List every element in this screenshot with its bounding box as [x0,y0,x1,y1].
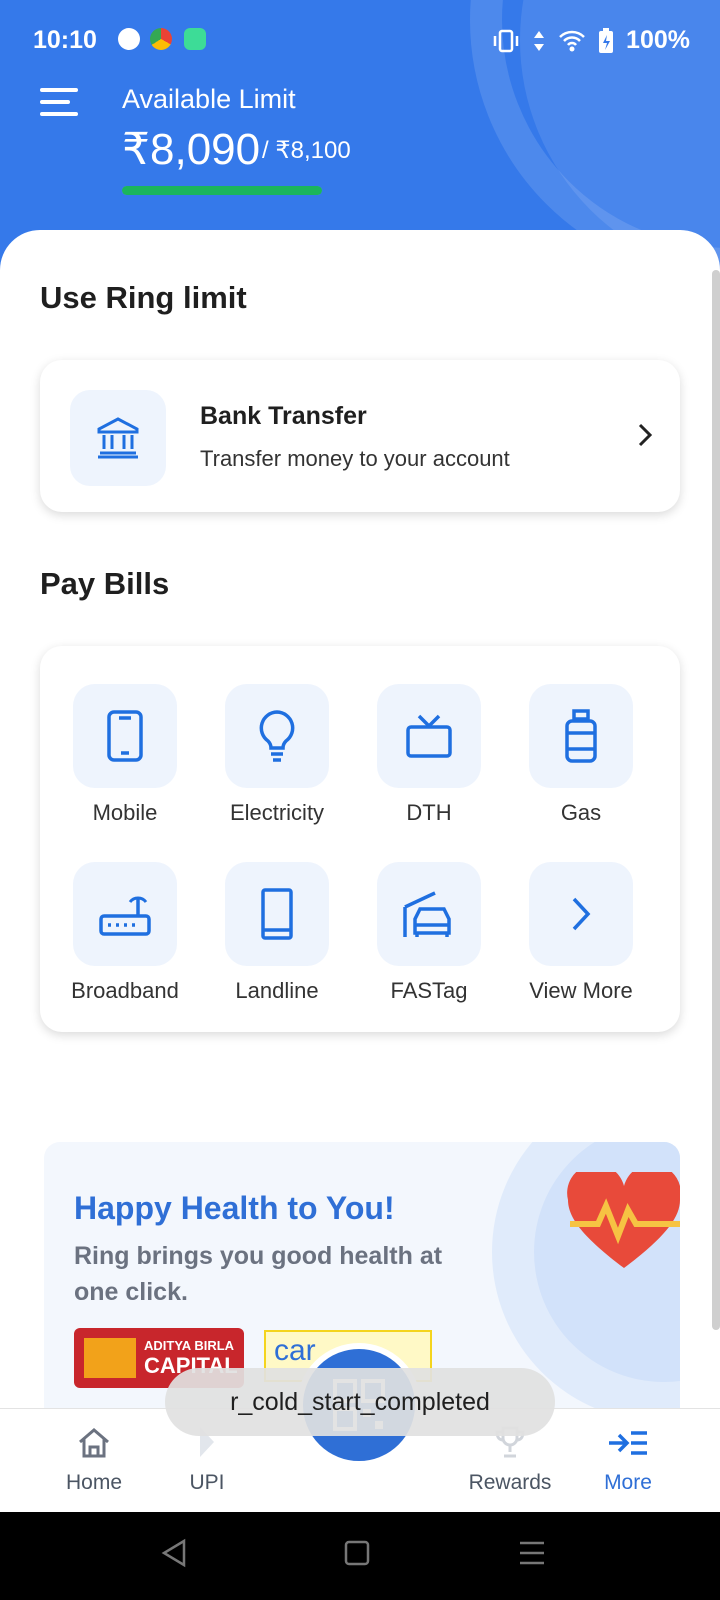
scrollbar[interactable] [712,270,720,1330]
nav-label: Home [65,1471,123,1494]
app-notification-icon [118,28,140,50]
available-limit-label: Available Limit [122,84,296,114]
bank-icon [70,390,166,486]
bill-label: Broadband [71,978,179,1003]
battery-percent: 100% [626,26,690,54]
bill-label: Electricity [229,800,325,825]
chrome-icon [150,28,172,50]
available-limit-amount: ₹8,090 [122,125,261,174]
pay-bills-title: Pay Bills [40,566,170,601]
bill-item-electricity[interactable]: Electricity [202,684,352,826]
home-icon [34,1419,154,1459]
bill-item-gas[interactable]: Gas [506,684,656,826]
nav-label: Rewards [468,1471,552,1494]
bill-item-landline[interactable]: Landline [202,862,352,1004]
bill-label: DTH [406,800,452,825]
bill-item-broadband[interactable]: Broadband [50,862,200,1004]
chevron-right-icon [529,862,633,966]
gas-cylinder-icon [529,684,633,788]
bulb-icon [225,684,329,788]
toast-message: r_cold_start_completed [165,1368,555,1436]
nav-label: UPI [189,1471,225,1494]
status-time: 10:10 [33,26,97,54]
status-bar: 10:10 100% [0,0,720,80]
data-arrows-icon [534,30,545,51]
banner-text: Ring brings you good health at one click… [74,1242,443,1306]
router-icon [73,862,177,966]
bank-transfer-subtitle: Transfer money to your account [200,446,510,471]
bill-label: FASTag [390,978,468,1003]
app-notification-icon-2 [184,28,206,50]
limit-progress-fill [122,186,322,195]
bill-label: Gas [560,800,602,825]
car-icon [377,862,481,966]
recents-icon[interactable] [518,1540,546,1566]
bill-item-fastag[interactable]: FASTag [354,862,504,1004]
nav-more[interactable]: More [568,1419,688,1495]
vibrate-icon [493,29,519,52]
pay-bills-card: Mobile Electricity DTH Gas Broadband Lan… [40,646,680,1032]
system-nav-bar [0,1512,720,1600]
limit-progress-bar [122,186,322,195]
bill-item-dth[interactable]: DTH [354,684,504,826]
battery-charging-icon [599,27,614,53]
bill-label: Mobile [92,800,158,825]
bank-transfer-title: Bank Transfer [200,402,367,430]
tv-icon [377,684,481,788]
nav-home[interactable]: Home [34,1419,154,1495]
landline-icon [225,862,329,966]
logo-text-line1: ADITYA BIRLA [144,1338,235,1353]
logo-mark [84,1338,136,1378]
chevron-right-icon [636,422,654,456]
menu-icon[interactable] [40,88,80,116]
use-ring-limit-title: Use Ring limit [40,280,247,315]
mobile-icon [73,684,177,788]
home-square-icon[interactable] [344,1540,370,1566]
back-icon[interactable] [160,1538,190,1568]
bill-item-mobile[interactable]: Mobile [50,684,200,826]
bill-item-view-more[interactable]: View More [506,862,656,1004]
heart-icon [567,1172,680,1268]
status-right: 100% [492,26,690,55]
bill-label: View More [529,978,633,1003]
wifi-icon [559,30,585,51]
total-limit: / ₹8,100 [262,137,351,164]
care-logo-text: car [274,1334,316,1367]
nav-label: More [604,1471,652,1494]
more-menu-icon [568,1419,688,1459]
bank-transfer-card[interactable]: Bank Transfer Transfer money to your acc… [40,360,680,512]
bill-label: Landline [235,978,319,1003]
banner-title: Happy Health to You! [74,1190,395,1226]
